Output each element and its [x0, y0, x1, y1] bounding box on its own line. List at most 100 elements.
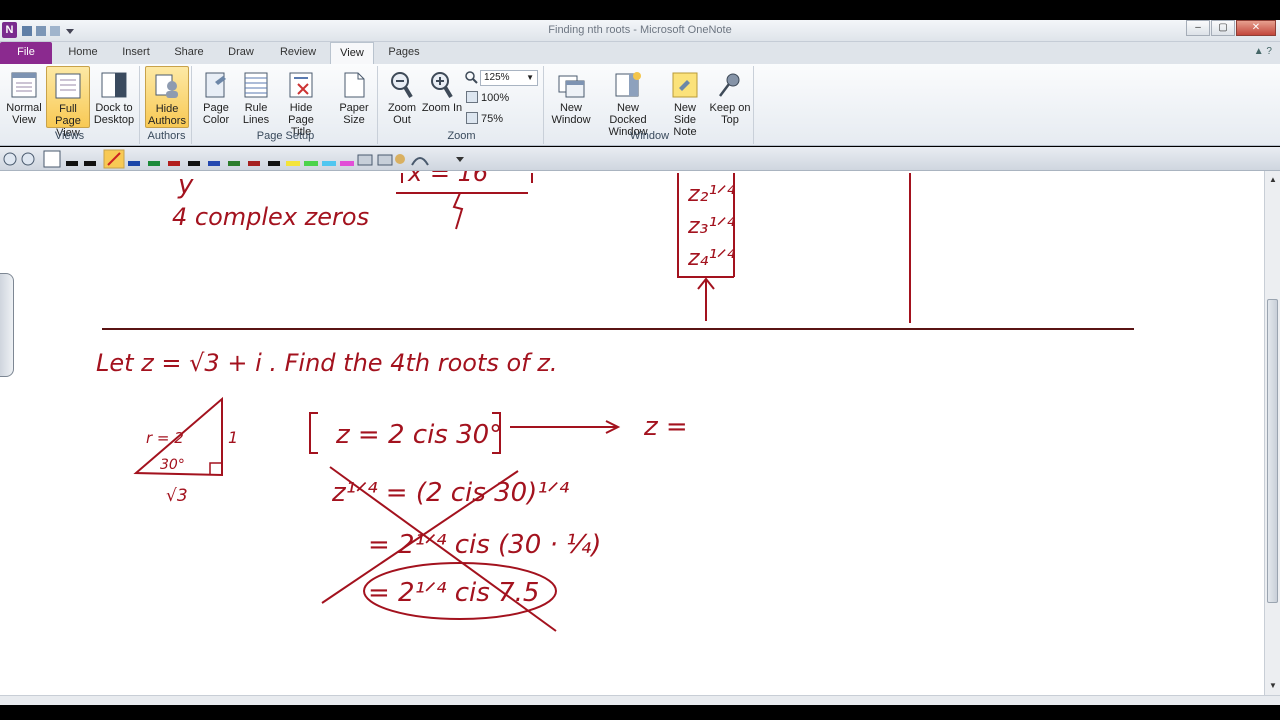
ribbon-view: Normal View Full Page View Dock to Deskt… [0, 64, 1280, 146]
new-window-icon [558, 75, 585, 98]
window-controls: – ▢ ✕ [1186, 20, 1276, 36]
ink-z2: z₂¹ᐟ⁴ [687, 182, 736, 207]
tab-review[interactable]: Review [270, 42, 326, 64]
maximize-button[interactable]: ▢ [1211, 20, 1235, 36]
normal-view-icon [11, 72, 37, 98]
zoom-75-button[interactable]: 75% [466, 110, 503, 128]
ink-boxed-partial: x = 16 [407, 171, 488, 187]
pens-toolbar-icons [3, 149, 464, 169]
ink-step2: = 2¹ᐟ⁴ cis (30 · ¼) [368, 530, 601, 560]
ink-notes: y 4 complex zeros x = 16 z₂¹ᐟ⁴ z₃¹ᐟ⁴ z₄¹… [96, 171, 1134, 632]
tab-pages[interactable]: Pages [380, 42, 428, 64]
page-color-icon [205, 72, 226, 98]
hide-page-title-button[interactable]: Hide Page Title [278, 66, 324, 138]
paper-size-icon [344, 72, 365, 98]
scroll-down-icon[interactable]: ▼ [1266, 679, 1280, 693]
normal-view-button[interactable]: Normal View [2, 66, 46, 128]
forward-circle-icon [21, 152, 35, 166]
hide-authors-button[interactable]: Hide Authors [145, 66, 189, 128]
group-zoom: Zoom Out Zoom In 125% ▼ 100% 75% Zoom [380, 66, 544, 144]
zoom-magnifier-icon [465, 71, 478, 84]
pen-green2-icon [228, 161, 240, 166]
vertical-scrollbar[interactable]: ▲ ▼ [1264, 171, 1280, 695]
views-group-label: Views [54, 130, 85, 142]
highlighter-green-icon [304, 161, 318, 166]
group-authors: Hide Authors Authors [142, 66, 192, 144]
pen-blue2-icon [208, 161, 220, 166]
pen-black4-icon [268, 161, 280, 166]
zoom-out-icon [391, 72, 413, 99]
group-views: Normal View Full Page View Dock to Deskt… [0, 66, 140, 144]
zoom-in-button[interactable]: Zoom In [420, 66, 464, 128]
scroll-up-icon[interactable]: ▲ [1266, 173, 1280, 187]
ink-z3: z₃¹ᐟ⁴ [687, 214, 736, 239]
zoom-group-label: Zoom [447, 130, 476, 142]
select-icon [43, 150, 61, 168]
ink-right-arrow [510, 420, 621, 434]
pen-black-icon [66, 161, 78, 166]
ink-top-partial: y [177, 171, 194, 200]
zoom-out-button[interactable]: Zoom Out [380, 66, 424, 128]
dock-to-desktop-icon [101, 72, 127, 98]
page-setup-group-label: Page Setup [256, 130, 315, 142]
hide-page-title-icon [289, 72, 313, 98]
horizontal-scrollbar[interactable] [0, 695, 1280, 705]
zoom-level-select[interactable]: 125% ▼ [480, 70, 538, 86]
group-window: New Window New Docked Window New Side No… [546, 66, 754, 144]
ink-z4: z₄¹ᐟ⁴ [687, 246, 736, 271]
ink-lightning-mark [452, 192, 464, 230]
group-page-setup: Page Color Rule Lines Hide Page Title Pa… [194, 66, 378, 144]
zoom-level-value: 125% [484, 72, 510, 83]
minimize-button[interactable]: – [1186, 20, 1210, 36]
page-color-button[interactable]: Page Color [194, 66, 238, 128]
title-bar: N Finding nth roots - Microsoft OneNote … [0, 20, 1280, 42]
highlighter-pink-icon [340, 161, 354, 166]
new-window-button[interactable]: New Window [548, 66, 594, 128]
ink-up-arrow [697, 277, 715, 321]
pens-toolbar [0, 147, 1280, 171]
pen-red2-icon [248, 161, 260, 166]
ribbon-collapse-icon[interactable]: ▲ ? [1254, 46, 1272, 57]
tab-file[interactable]: File [0, 42, 52, 64]
zoom-100-button[interactable]: 100% [466, 89, 509, 107]
zoom-in-icon [431, 72, 453, 99]
toolbar-more-icon [456, 157, 464, 162]
pen-green-icon [148, 161, 160, 166]
pushpin-icon [719, 73, 740, 97]
tab-home[interactable]: Home [60, 42, 106, 64]
tab-share[interactable]: Share [166, 42, 212, 64]
rule-lines-button[interactable]: Rule Lines [234, 66, 278, 128]
side-note-icon [672, 72, 698, 98]
vertical-scroll-thumb[interactable] [1267, 299, 1278, 603]
ink-triangle-opp: 1 [228, 428, 238, 447]
ink-triangle-adj: √3 [166, 486, 188, 506]
keep-on-top-button[interactable]: Keep on Top [708, 66, 752, 128]
ink-polar-form: z = 2 cis 30° [335, 420, 502, 450]
ink-arrow-target: z = [643, 412, 688, 442]
paper-size-button[interactable]: Paper Size [332, 66, 376, 128]
back-circle-icon [3, 152, 17, 166]
eraser2-icon [377, 154, 393, 166]
new-side-note-button[interactable]: New Side Note [662, 66, 708, 138]
ink-step3: = 2¹ᐟ⁴ cis 7.5 [368, 578, 539, 608]
zoom-75-icon [466, 112, 478, 124]
note-page-canvas[interactable]: y 4 complex zeros x = 16 z₂¹ᐟ⁴ z₃¹ᐟ⁴ z₄¹… [0, 171, 1264, 695]
new-docked-window-button[interactable]: New Docked Window [596, 66, 660, 138]
zoom-100-icon [466, 91, 478, 103]
pen-black2-icon [84, 161, 96, 166]
page-panel-toggle[interactable] [0, 273, 14, 377]
screen-top-border [0, 0, 1280, 20]
close-button[interactable]: ✕ [1236, 20, 1276, 36]
window-group-label: Window [629, 130, 670, 142]
full-page-view-button[interactable]: Full Page View [46, 66, 90, 139]
screen-bottom-border [0, 705, 1280, 720]
tab-view[interactable]: View [330, 42, 374, 64]
eraser-icon [357, 154, 373, 166]
lasso-icon [395, 154, 405, 164]
tab-draw[interactable]: Draw [218, 42, 264, 64]
hide-authors-icon [155, 74, 178, 98]
dock-to-desktop-button[interactable]: Dock to Desktop [92, 66, 136, 128]
tab-insert[interactable]: Insert [112, 42, 160, 64]
pen-red-icon [168, 161, 180, 166]
ink-problem: Let z = √3 + i . Find the 4th roots of z… [96, 349, 557, 377]
